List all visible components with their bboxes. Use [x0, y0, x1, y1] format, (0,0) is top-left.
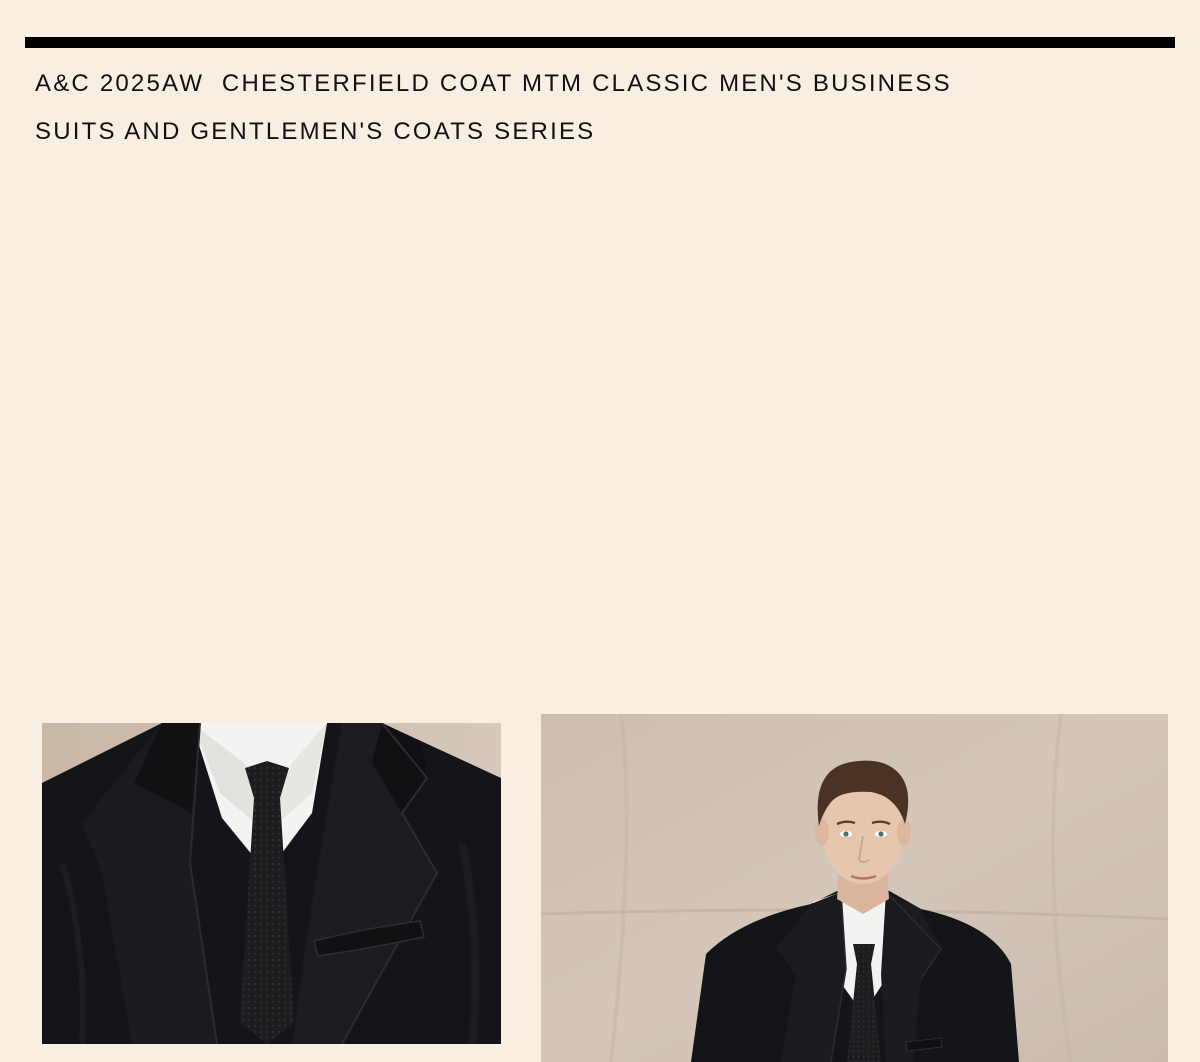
model-portrait-illustration — [541, 714, 1168, 1062]
model-portrait-photo — [541, 714, 1168, 1062]
page-title: A&C 2025AW CHESTERFIELD COAT MTM CLASSIC… — [35, 70, 961, 145]
coat-lapel-closeup-photo — [42, 723, 501, 1044]
top-divider-bar — [25, 37, 1175, 48]
coat-lapel-closeup-illustration — [42, 723, 501, 1044]
